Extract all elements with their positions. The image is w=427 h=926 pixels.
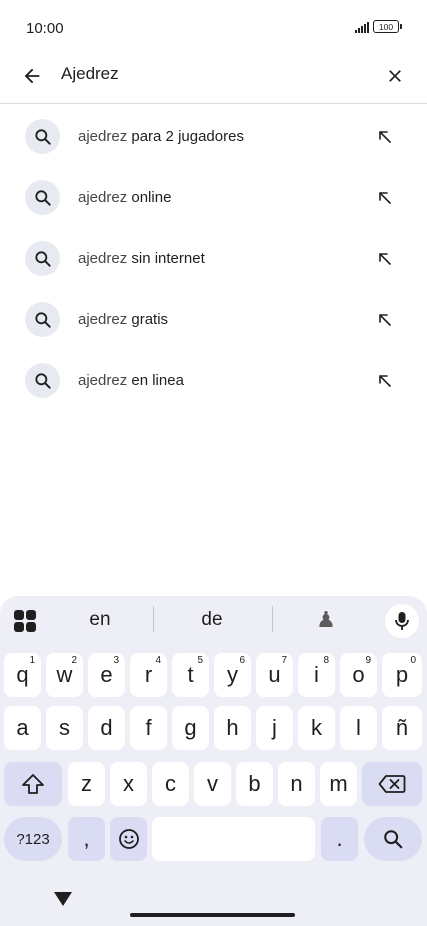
key-l[interactable]: l	[340, 706, 377, 750]
fill-query-arrow-icon[interactable]	[375, 249, 395, 269]
suggestion-text: ajedrez en linea	[78, 372, 184, 389]
search-icon	[25, 241, 60, 276]
suggestion-item[interactable]: ajedrez para 2 jugadores	[0, 106, 427, 167]
key-f[interactable]: f	[130, 706, 167, 750]
search-icon	[25, 180, 60, 215]
key-n[interactable]: n	[278, 762, 315, 806]
key-t[interactable]: t5	[172, 653, 209, 697]
suggestion-list: ajedrez para 2 jugadores ajedrez online …	[0, 106, 427, 411]
key-h[interactable]: h	[214, 706, 251, 750]
key-d[interactable]: d	[88, 706, 125, 750]
key-p[interactable]: p0	[382, 653, 422, 697]
backspace-icon	[378, 775, 406, 793]
key-z[interactable]: z	[68, 762, 105, 806]
keyboard: en de ♟ q1 w2 e3 r4 t5 y6 u7 i8 o9 p0 a …	[0, 596, 427, 926]
emoji-key[interactable]	[110, 817, 147, 861]
arrow-back-icon	[24, 68, 40, 84]
suggestion-item[interactable]: ajedrez sin internet	[0, 228, 427, 289]
suggestion-text: ajedrez sin internet	[78, 250, 205, 267]
suggestion-text: ajedrez para 2 jugadores	[78, 128, 244, 145]
key-n-tilde[interactable]: ñ	[382, 706, 422, 750]
suggestion-text: ajedrez gratis	[78, 311, 169, 328]
emoji-icon	[118, 829, 139, 849]
key-q[interactable]: q1	[4, 653, 41, 697]
shift-icon	[22, 774, 44, 794]
comma-key[interactable]: ,	[68, 817, 105, 861]
word-suggestion[interactable]: en	[70, 609, 130, 631]
battery-icon: 100	[373, 20, 402, 33]
key-e[interactable]: e3	[88, 653, 125, 697]
suggestion-item[interactable]: ajedrez en linea	[0, 350, 427, 411]
symbols-key[interactable]: ?123	[4, 817, 62, 861]
clear-button[interactable]	[379, 60, 411, 92]
key-y[interactable]: y6	[214, 653, 251, 697]
key-i[interactable]: i8	[298, 653, 335, 697]
keyboard-toolbar: en de ♟	[0, 596, 427, 646]
suggestion-text: ajedrez online	[78, 189, 172, 206]
period-key[interactable]: .	[321, 817, 358, 861]
key-k[interactable]: k	[298, 706, 335, 750]
key-v[interactable]: v	[194, 762, 231, 806]
status-icons: 100	[355, 20, 402, 33]
chess-pawn-emoji-icon[interactable]: ♟	[312, 607, 340, 635]
microphone-icon	[395, 612, 409, 630]
divider	[272, 606, 273, 632]
hide-keyboard-icon[interactable]	[53, 891, 73, 907]
key-b[interactable]: b	[236, 762, 273, 806]
search-icon	[25, 363, 60, 398]
search-action-key[interactable]	[364, 817, 422, 861]
key-c[interactable]: c	[152, 762, 189, 806]
search-icon	[384, 830, 403, 849]
key-s[interactable]: s	[46, 706, 83, 750]
status-time: 10:00	[26, 20, 64, 37]
shift-key[interactable]	[4, 762, 62, 806]
apps-grid-icon[interactable]	[14, 610, 36, 632]
close-icon	[389, 70, 401, 82]
fill-query-arrow-icon[interactable]	[375, 371, 395, 391]
key-j[interactable]: j	[256, 706, 293, 750]
key-r[interactable]: r4	[130, 653, 167, 697]
back-button[interactable]	[16, 60, 48, 92]
key-g[interactable]: g	[172, 706, 209, 750]
divider	[153, 606, 154, 632]
battery-level: 100	[378, 21, 394, 32]
key-a[interactable]: a	[4, 706, 41, 750]
home-indicator[interactable]	[130, 913, 295, 917]
fill-query-arrow-icon[interactable]	[375, 310, 395, 330]
word-suggestion[interactable]: de	[182, 609, 242, 631]
key-w[interactable]: w2	[46, 653, 83, 697]
search-bar: Ajedrez	[0, 48, 427, 104]
key-o[interactable]: o9	[340, 653, 377, 697]
microphone-button[interactable]	[385, 604, 419, 638]
search-icon	[25, 302, 60, 337]
backspace-key[interactable]	[362, 762, 422, 806]
fill-query-arrow-icon[interactable]	[375, 127, 395, 147]
key-x[interactable]: x	[110, 762, 147, 806]
space-key[interactable]	[152, 817, 315, 861]
search-icon	[25, 119, 60, 154]
fill-query-arrow-icon[interactable]	[375, 188, 395, 208]
suggestion-item[interactable]: ajedrez gratis	[0, 289, 427, 350]
key-u[interactable]: u7	[256, 653, 293, 697]
search-input[interactable]: Ajedrez	[61, 64, 119, 84]
suggestion-item[interactable]: ajedrez online	[0, 167, 427, 228]
signal-icon	[355, 21, 369, 33]
key-m[interactable]: m	[320, 762, 357, 806]
